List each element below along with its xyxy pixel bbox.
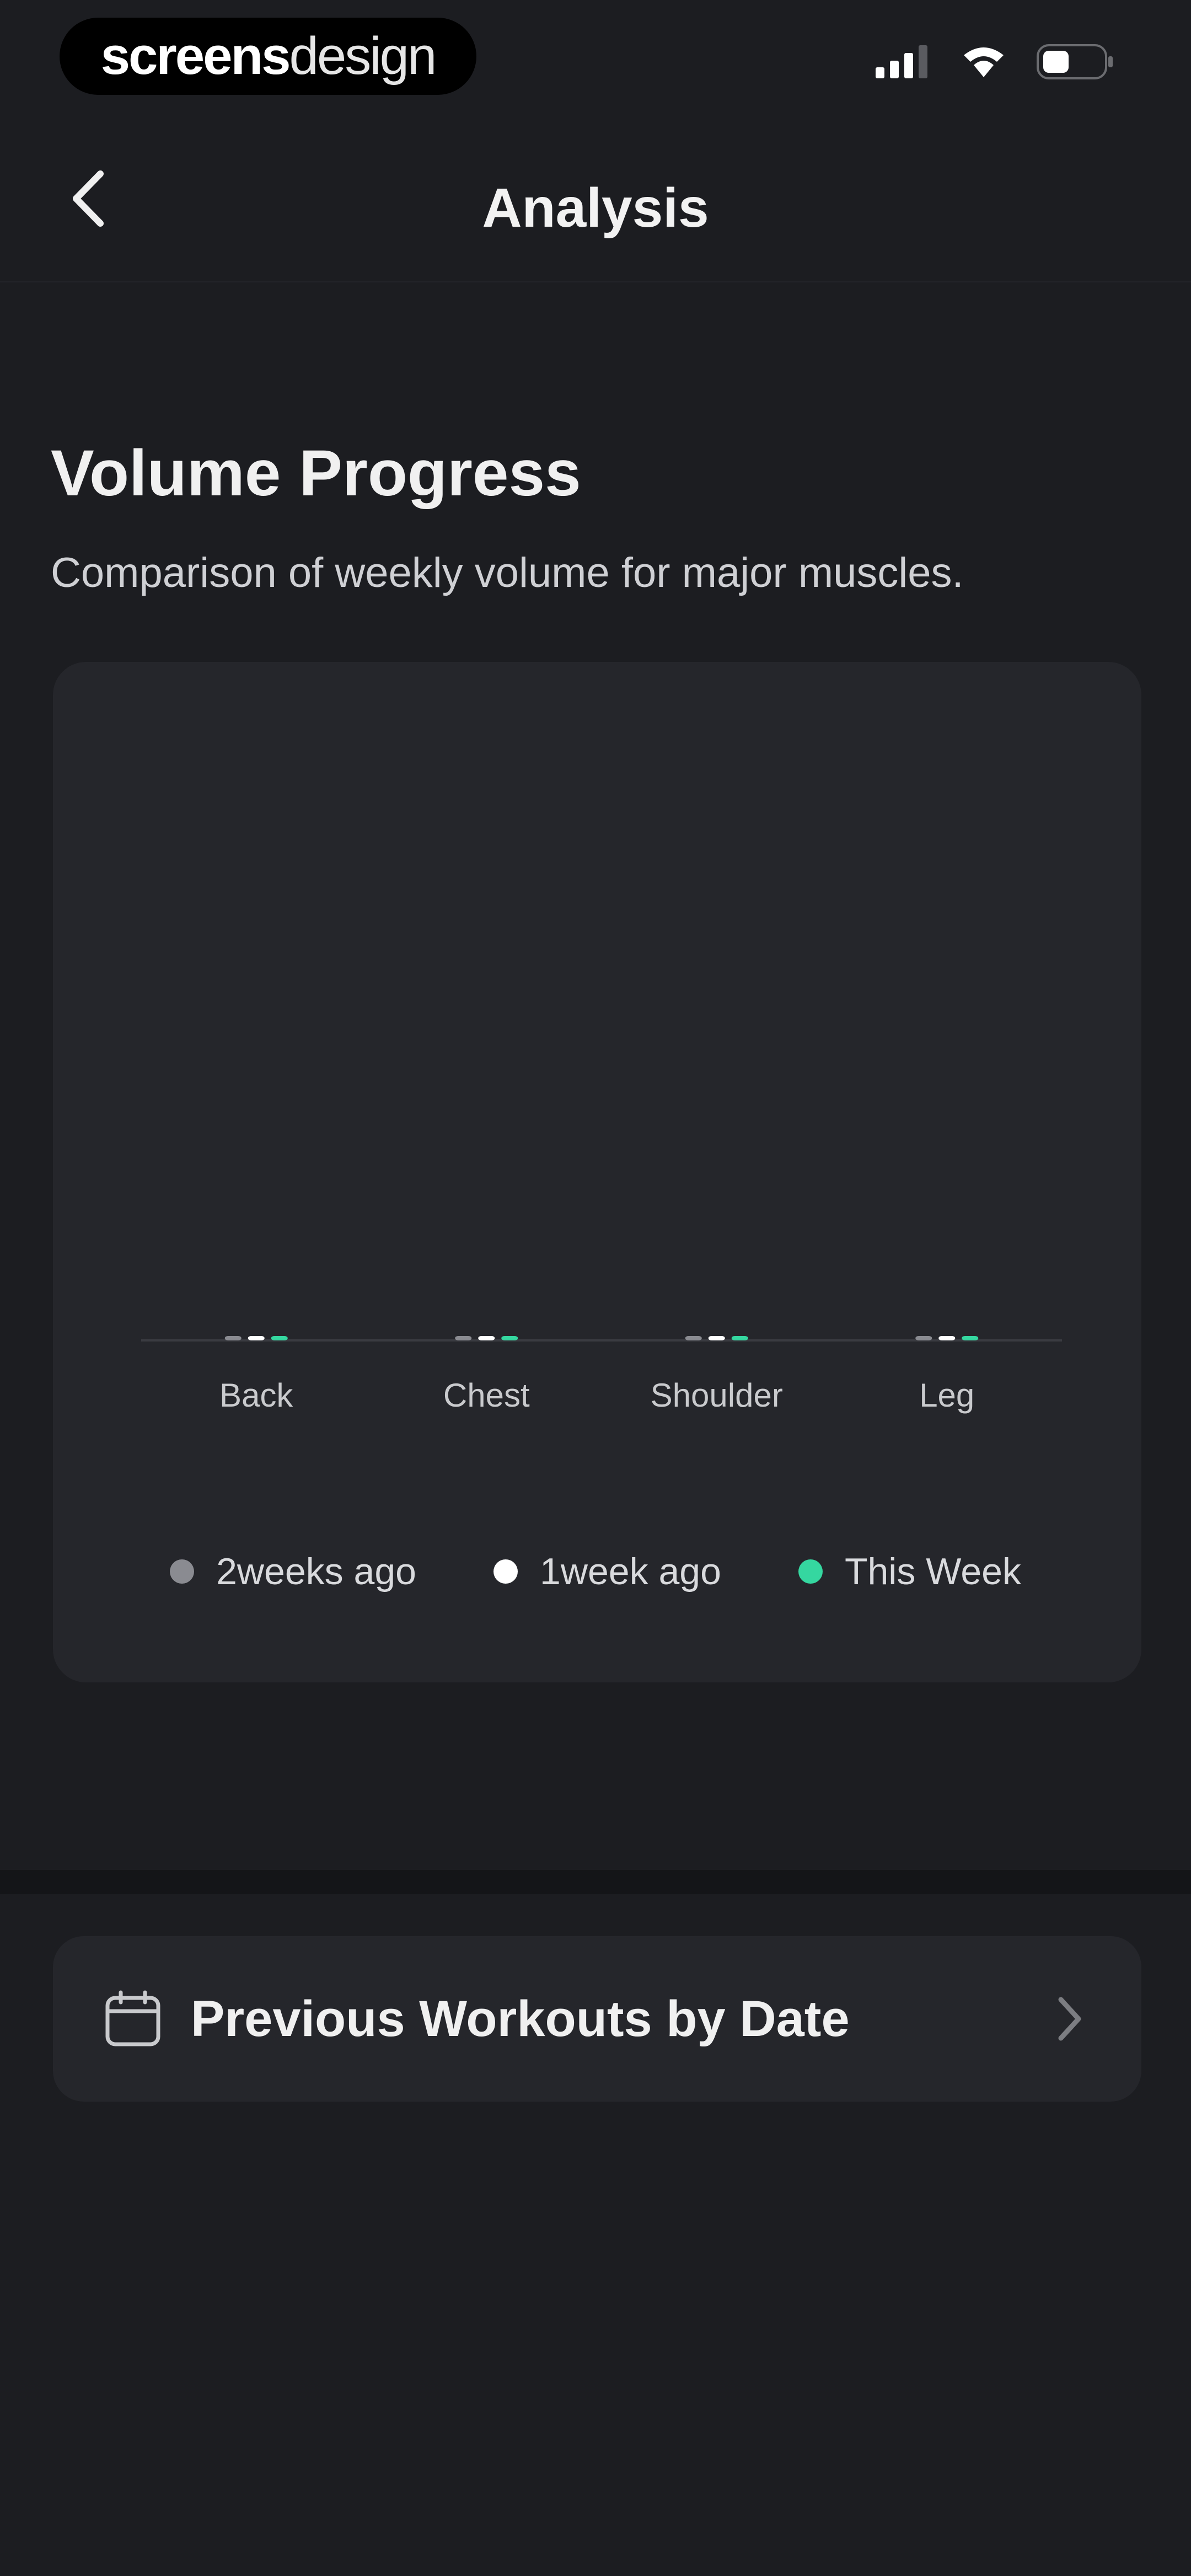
chart-bar bbox=[962, 1336, 979, 1340]
brand-text-light: design bbox=[289, 26, 437, 85]
chart-bar bbox=[271, 1336, 288, 1340]
volume-chart: Back Chest Shoulder Leg bbox=[141, 1336, 1062, 1414]
status-bar: screens design bbox=[0, 0, 1191, 110]
calendar-icon bbox=[103, 1989, 163, 2049]
x-tick-label: Leg bbox=[919, 1377, 974, 1414]
wifi-icon bbox=[964, 47, 1004, 77]
battery-icon bbox=[1037, 44, 1113, 79]
x-tick-label: Shoulder bbox=[651, 1377, 783, 1414]
chart-bar bbox=[915, 1336, 932, 1340]
legend-dot bbox=[798, 1559, 823, 1584]
chart-bar bbox=[478, 1336, 495, 1340]
legend-item: 2weeks ago bbox=[170, 1550, 416, 1593]
status-icons bbox=[876, 44, 1114, 79]
section-subtitle: Comparison of weekly volume for major mu… bbox=[51, 549, 964, 596]
brand-logo: screens design bbox=[60, 18, 476, 95]
legend-label: 2weeks ago bbox=[216, 1551, 417, 1592]
chart-bar bbox=[224, 1336, 242, 1340]
x-tick-label: Back bbox=[219, 1377, 293, 1414]
chart-bar bbox=[938, 1336, 956, 1340]
legend-label: 1week ago bbox=[540, 1551, 721, 1592]
legend-label: This Week bbox=[844, 1551, 1021, 1592]
previous-workouts-label: Previous Workouts by Date bbox=[191, 1990, 850, 2047]
brand-text-bold: screens bbox=[100, 26, 291, 85]
section-divider bbox=[0, 1870, 1191, 1894]
x-tick-label: Chest bbox=[443, 1377, 530, 1414]
volume-chart-card: Back Chest Shoulder Leg bbox=[53, 662, 1141, 1682]
chart-bar bbox=[731, 1336, 748, 1340]
section-title: Volume Progress bbox=[51, 437, 581, 510]
legend-item: 1week ago bbox=[493, 1550, 721, 1593]
chart-bar bbox=[708, 1336, 725, 1340]
signal-icon bbox=[876, 45, 927, 78]
chart-bar bbox=[248, 1336, 265, 1340]
previous-workouts-button[interactable]: Previous Workouts by Date bbox=[53, 1936, 1141, 2102]
nav-bar: Analysis bbox=[0, 127, 1191, 282]
page-title: Analysis bbox=[482, 177, 709, 239]
chart-bar bbox=[501, 1336, 518, 1340]
chart-bar bbox=[455, 1336, 472, 1340]
chart-bar bbox=[685, 1336, 702, 1340]
legend-dot bbox=[170, 1559, 195, 1584]
chart-legend: 2weeks ago 1week ago This Week bbox=[0, 1550, 1191, 1593]
legend-dot bbox=[493, 1559, 518, 1584]
legend-item: This Week bbox=[798, 1550, 1021, 1593]
chevron-right-icon bbox=[1037, 1986, 1103, 2052]
